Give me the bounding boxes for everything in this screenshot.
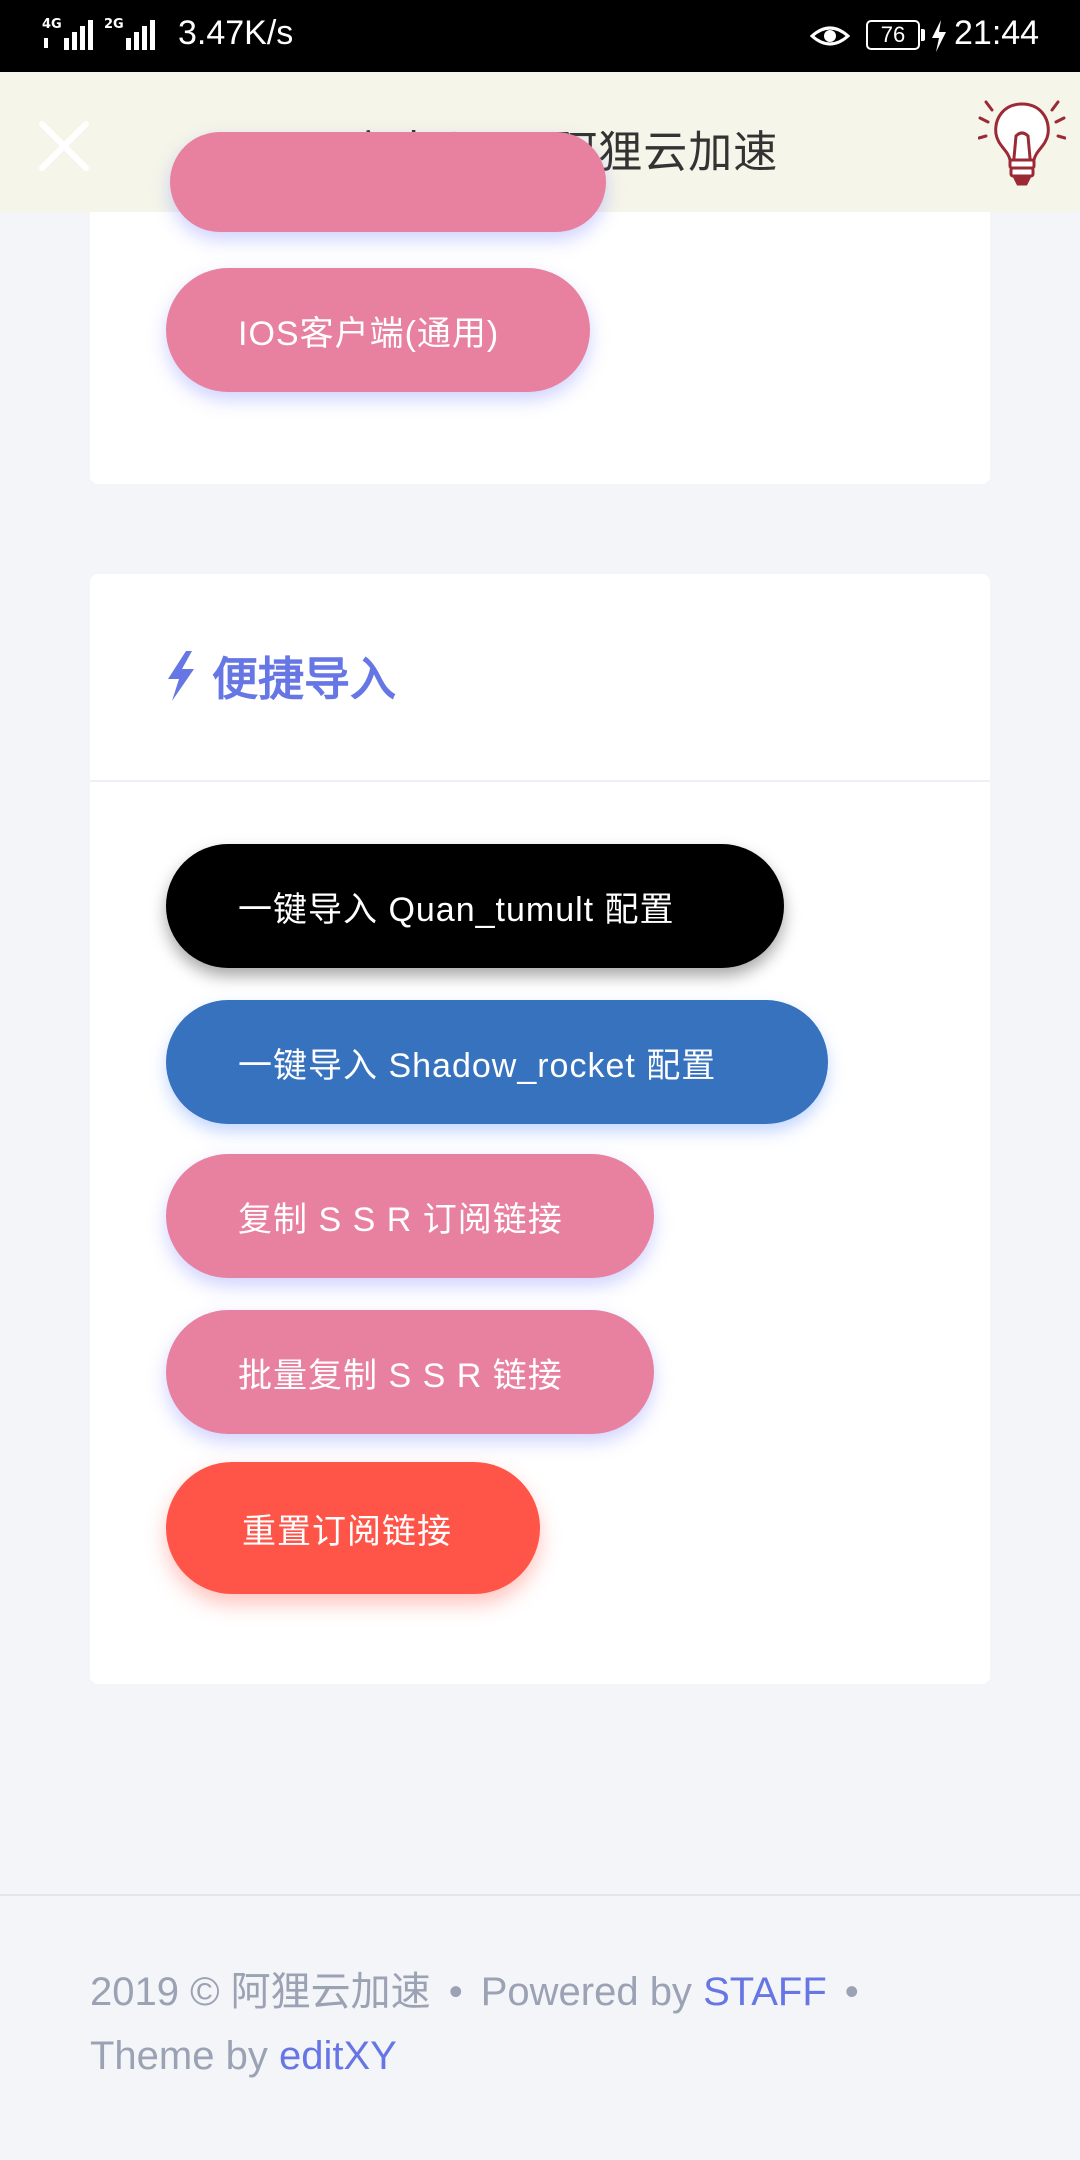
divider	[90, 780, 990, 782]
bolt-icon	[168, 651, 194, 701]
batch-copy-ssr-button[interactable]: 批量复制 S S R 链接	[166, 1310, 654, 1434]
powered-by-text: Powered by	[480, 1970, 692, 2014]
ios-client-button[interactable]: IOS客户端(通用)	[166, 268, 590, 392]
card-heading: 便捷导入	[164, 644, 396, 708]
battery-tip	[921, 29, 925, 41]
svg-text:2G: 2G	[104, 17, 124, 32]
pill-button-partial[interactable]	[170, 132, 606, 232]
import-quantumult-button[interactable]: 一键导入 Quan_tumult 配置	[166, 844, 784, 968]
lightbulb-icon[interactable]	[978, 98, 1066, 188]
copyright-text: 2019 © 阿狸云加速	[90, 1970, 431, 2014]
card-heading-text: 便捷导入	[212, 653, 396, 705]
staff-link[interactable]: STAFF	[703, 1970, 827, 2014]
editxy-link[interactable]: editXY	[279, 2034, 397, 2078]
separator-dot: •	[448, 1970, 463, 2014]
reset-subscription-button[interactable]: 重置订阅链接	[166, 1462, 540, 1594]
clock: 21:44	[954, 14, 1040, 52]
signal-2g-icon: 2G	[104, 17, 155, 50]
status-bar: 4G 2G 3.47K/s 76 21:44	[0, 0, 1080, 72]
footer: 2019 © 阿狸云加速 • Powered by STAFF • Theme by …	[90, 1960, 990, 2088]
charging-icon	[932, 20, 946, 52]
theme-by-text: Theme by	[90, 2034, 268, 2078]
battery-indicator: 76	[866, 20, 920, 50]
import-shadowrocket-button[interactable]: 一键导入 Shadow_rocket 配置	[166, 1000, 828, 1124]
svg-text:4G: 4G	[42, 17, 62, 32]
copy-ssr-subscription-button[interactable]: 复制 S S R 订阅链接	[166, 1154, 654, 1278]
network-speed: 3.47K/s	[178, 14, 294, 52]
eye-icon	[810, 26, 850, 46]
quick-import-card: 便捷导入 一键导入 Quan_tumult 配置 一键导入 Shadow_roc…	[90, 574, 990, 1684]
separator-dot: •	[844, 1970, 859, 2014]
signal-4g-icon: 4G	[42, 17, 93, 50]
footer-divider	[0, 1894, 1080, 1896]
clients-card: IOS客户端(通用)	[90, 132, 990, 484]
